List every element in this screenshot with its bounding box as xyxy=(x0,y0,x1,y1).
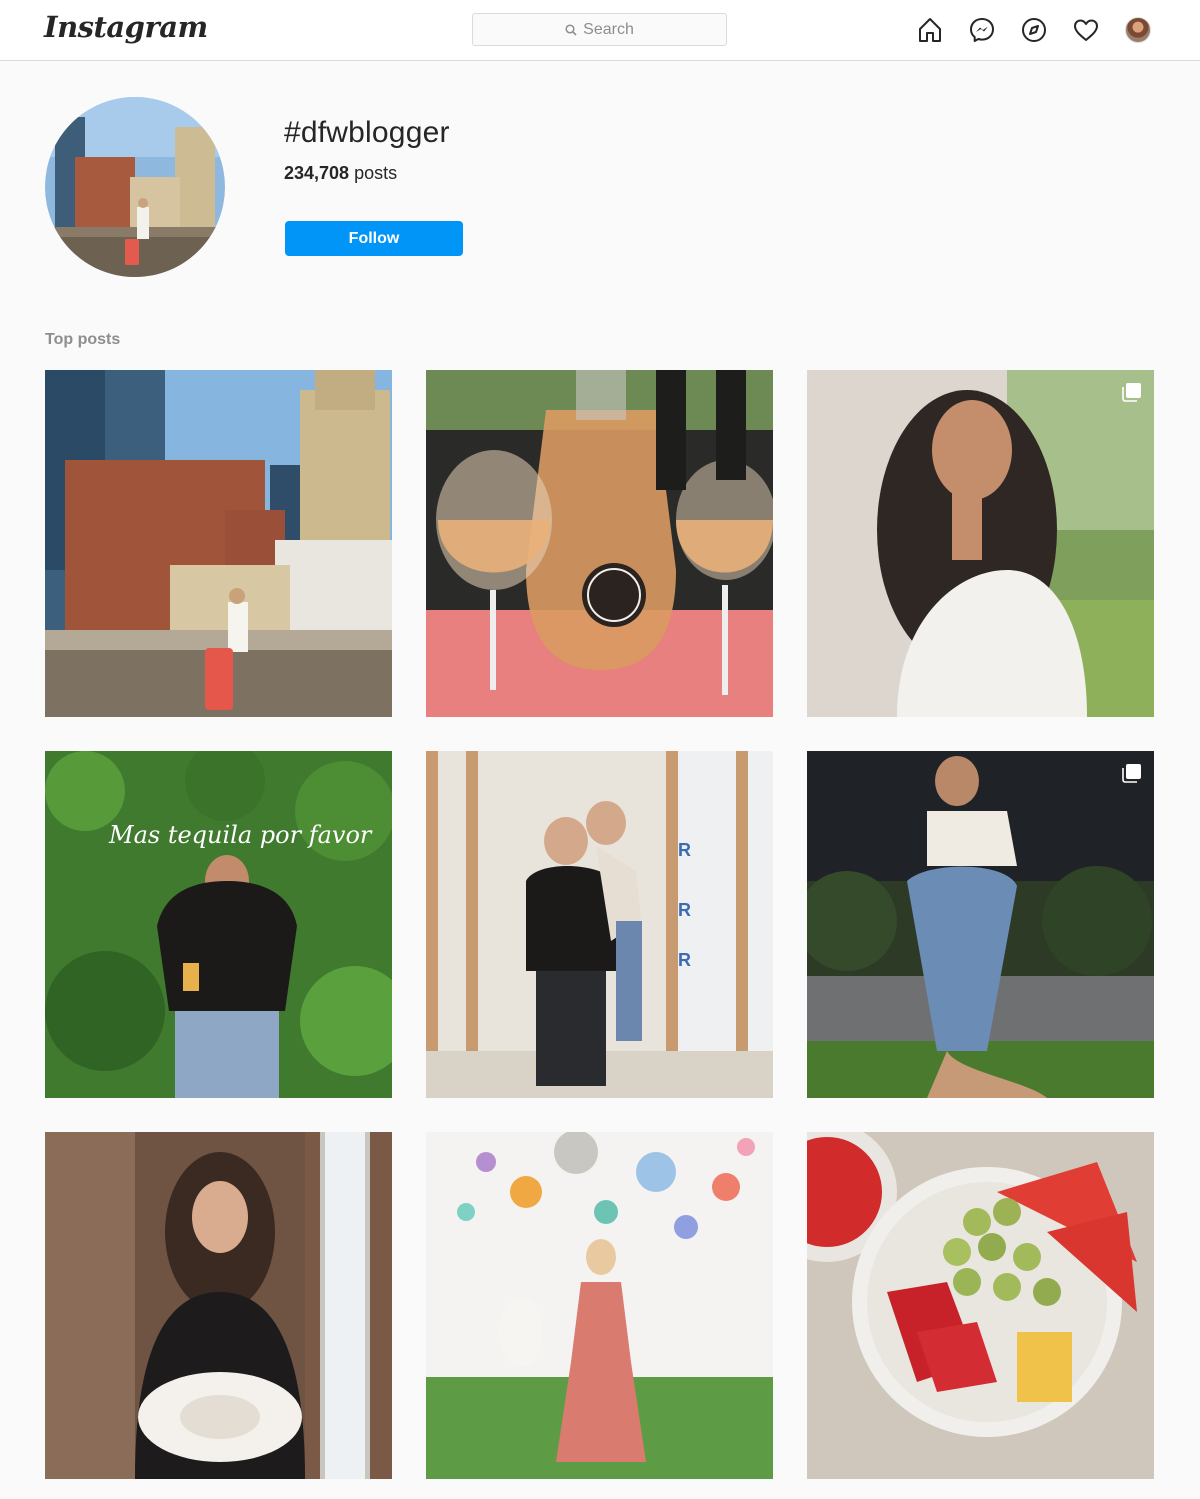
post-image-couple: R R R xyxy=(426,751,773,1098)
search-input[interactable]: Search xyxy=(472,13,727,46)
follow-button[interactable]: Follow xyxy=(285,221,463,256)
post-tile-9[interactable] xyxy=(807,1132,1154,1479)
activity-button[interactable] xyxy=(1072,16,1100,44)
top-posts-grid: Mas tequila por favor R R R xyxy=(45,370,1154,1479)
svg-text:R: R xyxy=(678,950,691,970)
post-tile-8[interactable] xyxy=(426,1132,773,1479)
post-tile-4[interactable]: Mas tequila por favor xyxy=(45,751,392,1098)
post-tile-1[interactable] xyxy=(45,370,392,717)
post-tile-3[interactable] xyxy=(807,370,1154,717)
post-image-greenery: Mas tequila por favor xyxy=(45,751,392,1098)
search-icon xyxy=(565,23,577,36)
hashtag-profile-picture xyxy=(45,97,225,277)
profile-avatar xyxy=(1125,17,1151,43)
svg-text:R: R xyxy=(678,900,691,920)
post-image-mural xyxy=(426,1132,773,1479)
post-count: 234,708 posts xyxy=(284,163,397,184)
post-tile-2[interactable] xyxy=(426,370,773,717)
heart-icon xyxy=(1074,19,1098,41)
search-placeholder: Search xyxy=(583,20,634,38)
top-navbar: Instagram Search xyxy=(0,0,1200,61)
svg-text:R: R xyxy=(678,840,691,860)
instagram-logo[interactable]: Instagram xyxy=(44,10,208,44)
multiple-photos-icon xyxy=(1122,383,1141,402)
home-icon xyxy=(919,18,941,42)
post-image-portrait xyxy=(807,370,1154,717)
nav-icons xyxy=(916,16,1152,44)
post-tile-6[interactable] xyxy=(807,751,1154,1098)
post-image-hat xyxy=(45,1132,392,1479)
multiple-photos-icon xyxy=(1122,764,1141,783)
neon-sign-text: Mas tequila por favor xyxy=(108,821,373,849)
post-count-number: 234,708 xyxy=(284,163,350,183)
post-image-night-park xyxy=(807,751,1154,1098)
post-image-fruit xyxy=(807,1132,1154,1479)
explore-button[interactable] xyxy=(1020,16,1048,44)
post-image-wine xyxy=(426,370,773,717)
explore-icon xyxy=(1022,18,1046,42)
post-tile-5[interactable]: R R R xyxy=(426,751,773,1098)
home-button[interactable] xyxy=(916,16,944,44)
hashtag-title: #dfwblogger xyxy=(284,116,450,149)
profile-button[interactable] xyxy=(1124,16,1152,44)
messenger-icon xyxy=(970,18,994,42)
messenger-button[interactable] xyxy=(968,16,996,44)
top-posts-heading: Top posts xyxy=(45,331,121,348)
post-image-city xyxy=(45,370,392,717)
post-tile-7[interactable] xyxy=(45,1132,392,1479)
post-count-label: posts xyxy=(354,163,398,183)
